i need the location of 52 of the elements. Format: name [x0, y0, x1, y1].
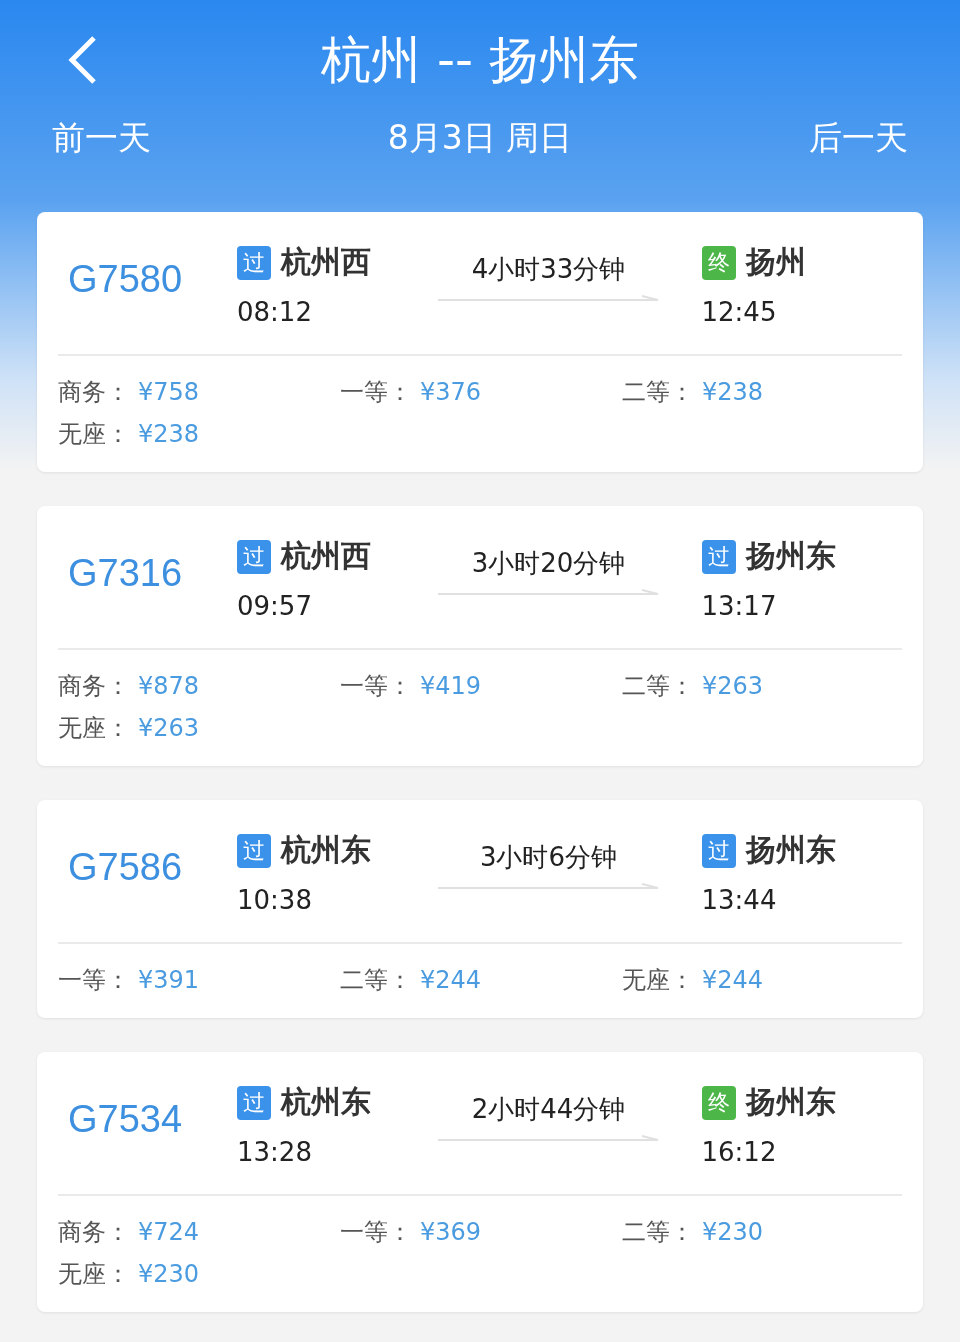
- pass-badge: 过: [701, 833, 736, 868]
- seat-price: 商务： ¥758: [58, 377, 201, 408]
- seat-price: 二等： ¥230: [622, 1217, 765, 1248]
- duration: 3小时6分钟: [479, 841, 618, 874]
- seat-price: 一等： ¥369: [340, 1217, 483, 1248]
- station-name: 扬州: [745, 243, 806, 281]
- station-name: 扬州东: [745, 1083, 836, 1121]
- train-number: G7534: [67, 1098, 184, 1141]
- terminus-badge: 终: [701, 245, 736, 280]
- station-name: 扬州东: [745, 537, 836, 575]
- duration: 2小时44分钟: [471, 1093, 626, 1126]
- station-name: 杭州东: [281, 1083, 371, 1121]
- pass-badge: 过: [237, 833, 271, 868]
- seat-price: 商务： ¥724: [58, 1217, 201, 1248]
- duration: 4小时33分钟: [471, 253, 626, 286]
- time: 10:38: [237, 885, 313, 915]
- train-card[interactable]: G7586 过 杭州东 10:38 3小时6分钟 过 扬州东 13:44 一等： ¥391 二等： ¥244 无座： ¥244: [37, 800, 923, 1018]
- pass-badge: 过: [701, 539, 736, 574]
- terminus-badge: 终: [701, 1085, 736, 1120]
- train-card[interactable]: G7316 过 杭州西 09:57 3小时20分钟 过 扬州东 13:17 商务： ¥878 一等： ¥419 二等： ¥263 无座： ¥263: [37, 506, 923, 766]
- train-number: G7316: [67, 552, 184, 595]
- train-number: G7580: [67, 258, 184, 301]
- station-name: 杭州西: [281, 243, 371, 281]
- time: 13:17: [701, 591, 778, 621]
- station-name: 扬州东: [745, 831, 836, 869]
- seat-price: 商务： ¥878: [58, 671, 201, 702]
- station-name: 杭州东: [281, 831, 371, 869]
- time: 09:57: [237, 591, 313, 621]
- seat-price: 二等： ¥238: [622, 377, 765, 408]
- time: 16:12: [701, 1137, 778, 1167]
- seat-price: 无座： ¥238: [58, 419, 201, 450]
- seat-price: 二等： ¥263: [622, 671, 765, 702]
- pass-badge: 过: [237, 539, 271, 574]
- seat-price: 一等： ¥419: [340, 671, 483, 702]
- seat-price: 无座： ¥244: [622, 965, 765, 996]
- seat-price: 无座： ¥263: [58, 713, 201, 744]
- pass-badge: 过: [237, 1085, 271, 1120]
- duration: 3小时20分钟: [471, 547, 626, 580]
- seat-price: 一等： ¥391: [58, 965, 201, 996]
- time: 13:44: [701, 885, 778, 915]
- seat-price: 无座： ¥230: [58, 1259, 201, 1290]
- seat-price: 一等： ¥376: [340, 377, 483, 408]
- time: 12:45: [701, 297, 778, 327]
- train-card[interactable]: G7580 过 杭州西 08:12 4小时33分钟 终 扬州 12:45 商务： ¥758 一等： ¥376 二等： ¥238 无座： ¥238: [37, 212, 923, 472]
- time: 13:28: [237, 1137, 313, 1167]
- pass-badge: 过: [237, 245, 271, 280]
- train-number: G7586: [67, 846, 184, 889]
- train-card[interactable]: G7534 过 杭州东 13:28 2小时44分钟 终 扬州东 16:12 商务： ¥724 一等： ¥369 二等： ¥230 无座： ¥230: [37, 1052, 923, 1312]
- seat-price: 二等： ¥244: [340, 965, 483, 996]
- page-title: 杭州 -- 扬州东: [321, 29, 639, 91]
- time: 08:12: [237, 297, 313, 327]
- station-name: 杭州西: [281, 537, 371, 575]
